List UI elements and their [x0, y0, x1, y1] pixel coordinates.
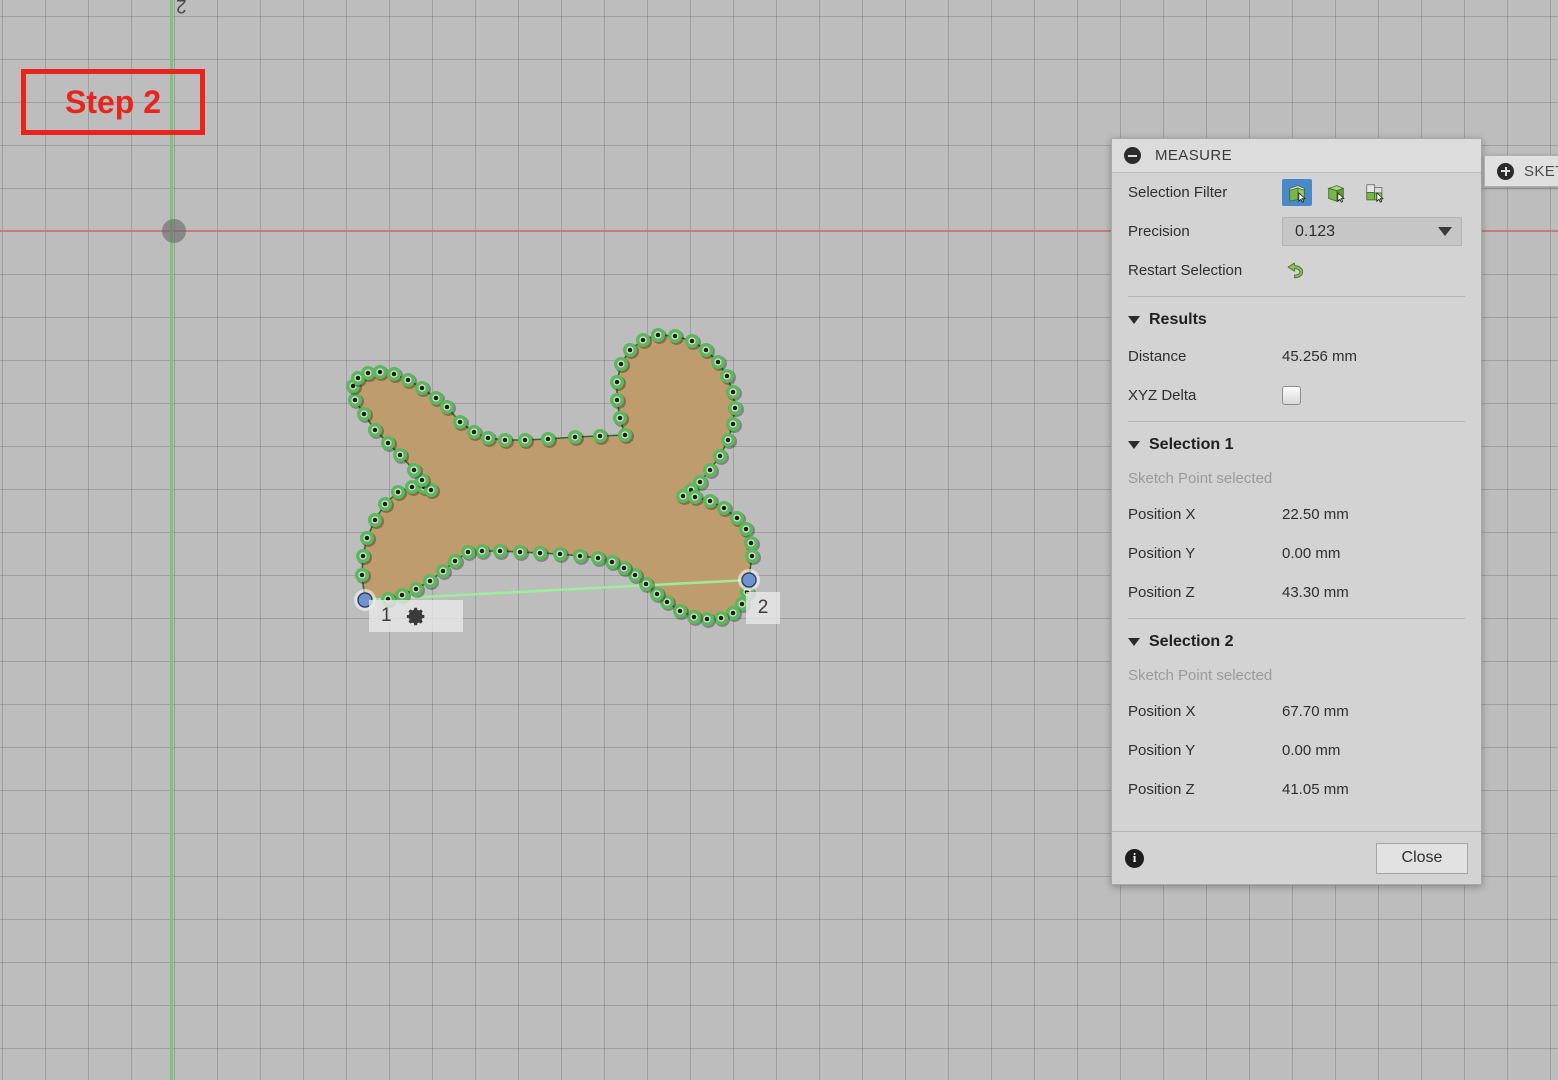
axis-tick-label: 2 — [176, 0, 187, 16]
distance-row: Distance 45.256 mm — [1112, 337, 1481, 376]
measure-point-tag-2-label: 2 — [757, 597, 769, 618]
selection-2-position-z-row: Position Z 41.05 mm — [1112, 770, 1481, 809]
sketch-palette-title: SKETC — [1524, 162, 1558, 180]
origin-point-icon[interactable] — [162, 219, 186, 243]
selection-1-position-y-value: 0.00 mm — [1282, 545, 1341, 562]
selection-2-position-y-label: Position Y — [1128, 742, 1196, 759]
selection-2-position-z-value: 41.05 mm — [1282, 781, 1349, 798]
measure-point-tag-1[interactable]: 1 — [369, 600, 463, 632]
restart-selection-label: Restart Selection — [1128, 262, 1243, 279]
precision-row: Precision 0.123 — [1112, 212, 1481, 251]
selection-filter-label: Selection Filter — [1128, 184, 1228, 201]
selection-1-position-y-row: Position Y 0.00 mm — [1112, 534, 1481, 573]
selection-filter-row: Selection Filter — [1112, 173, 1481, 212]
chevron-down-icon — [1128, 638, 1140, 646]
panel-spacer — [1112, 809, 1481, 831]
selection-1-position-x-value: 22.50 mm — [1282, 506, 1349, 523]
select-face-icon[interactable] — [1282, 179, 1312, 206]
selection-2-position-y-row: Position Y 0.00 mm — [1112, 731, 1481, 770]
chevron-down-icon — [1438, 227, 1452, 236]
selection-1-section-header[interactable]: Selection 1 — [1112, 428, 1481, 462]
selection-2-position-y-value: 0.00 mm — [1282, 742, 1341, 759]
selection-2-status: Sketch Point selected — [1128, 667, 1273, 684]
divider — [1128, 421, 1465, 422]
gear-icon[interactable] — [406, 606, 427, 627]
precision-label: Precision — [1128, 223, 1190, 240]
selection-2-section-header[interactable]: Selection 2 — [1112, 625, 1481, 659]
selection-1-position-y-label: Position Y — [1128, 545, 1196, 562]
select-body-icon[interactable] — [1321, 179, 1351, 206]
measure-dialog-header[interactable]: MEASURE — [1112, 139, 1481, 173]
step-annotation-label: Step 2 — [64, 83, 162, 120]
chevron-down-icon — [1128, 316, 1140, 324]
selection-2-title: Selection 2 — [1149, 633, 1234, 650]
restart-selection-row: Restart Selection — [1112, 251, 1481, 290]
divider — [1128, 618, 1465, 619]
selection-1-title: Selection 1 — [1149, 436, 1234, 453]
xyz-delta-row: XYZ Delta — [1112, 376, 1481, 415]
divider — [1128, 296, 1465, 297]
measure-dialog[interactable]: MEASURE Selection Filter Precision 0.123… — [1111, 138, 1482, 885]
measure-dialog-footer: i Close — [1112, 831, 1481, 884]
precision-select[interactable]: 0.123 — [1282, 217, 1462, 246]
results-section-title: Results — [1149, 311, 1207, 328]
measure-dialog-title: MEASURE — [1155, 147, 1232, 164]
step-annotation-badge: Step 2 — [21, 69, 205, 135]
selection-1-status: Sketch Point selected — [1128, 470, 1273, 487]
y-axis-line — [170, 0, 173, 1080]
measure-point-tag-2[interactable]: 2 — [746, 592, 780, 624]
selection-2-position-x-value: 67.70 mm — [1282, 703, 1349, 720]
xyz-delta-label: XYZ Delta — [1128, 387, 1197, 404]
select-component-icon[interactable] — [1360, 179, 1390, 206]
sketch-palette[interactable]: SKETC — [1484, 155, 1558, 187]
selection-1-position-z-row: Position Z 43.30 mm — [1112, 573, 1481, 612]
chevron-down-icon — [1128, 441, 1140, 449]
undo-arrow-icon[interactable] — [1282, 260, 1306, 282]
plus-circle-icon[interactable] — [1497, 162, 1514, 180]
collapse-icon[interactable] — [1124, 147, 1141, 164]
results-section-header[interactable]: Results — [1112, 303, 1481, 337]
selection-1-position-x-row: Position X 22.50 mm — [1112, 495, 1481, 534]
precision-value: 0.123 — [1295, 222, 1336, 240]
selection-2-position-x-row: Position X 67.70 mm — [1112, 692, 1481, 731]
selection-2-position-x-label: Position X — [1128, 703, 1196, 720]
info-icon[interactable]: i — [1125, 848, 1144, 868]
close-button[interactable]: Close — [1376, 842, 1468, 874]
selection-2-position-z-label: Position Z — [1128, 781, 1195, 798]
distance-value: 45.256 mm — [1282, 348, 1358, 365]
selection-filter-buttons[interactable] — [1282, 179, 1390, 206]
xyz-delta-checkbox[interactable] — [1282, 386, 1301, 405]
selection-1-position-z-label: Position Z — [1128, 584, 1195, 601]
selection-1-position-x-label: Position X — [1128, 506, 1196, 523]
distance-label: Distance — [1128, 348, 1187, 365]
selection-1-position-z-value: 43.30 mm — [1282, 584, 1349, 601]
measure-point-tag-1-label: 1 — [381, 605, 392, 626]
